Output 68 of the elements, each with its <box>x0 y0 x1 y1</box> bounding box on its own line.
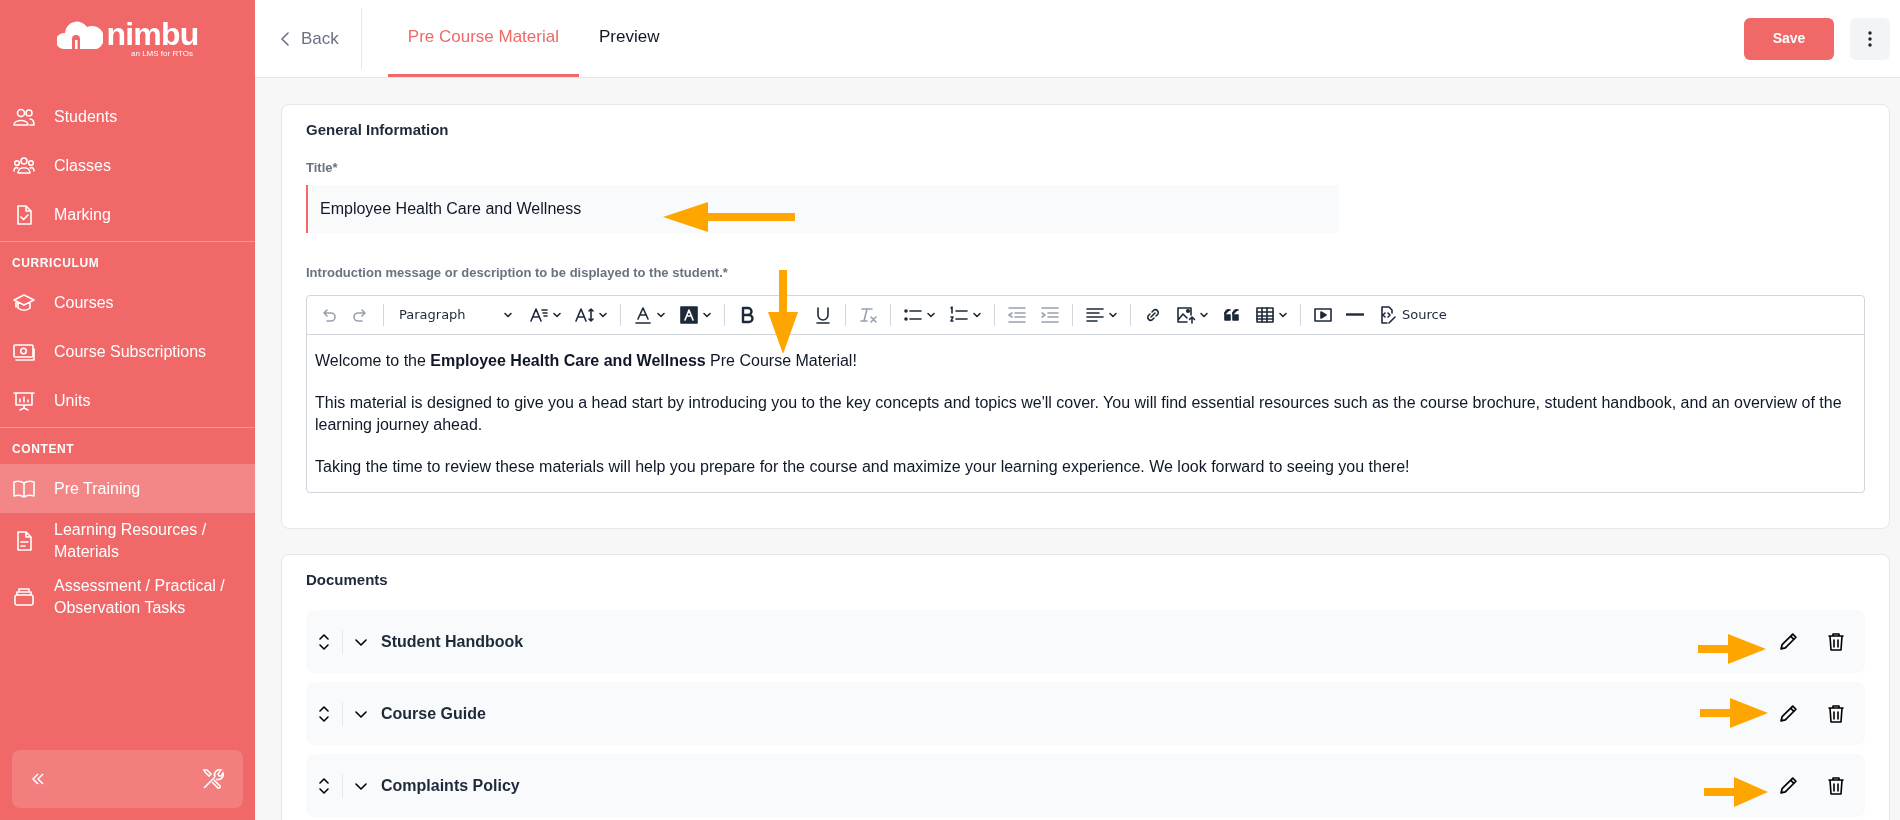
annotation-arrow <box>1700 698 1768 728</box>
nav-item[interactable]: Students <box>0 92 255 141</box>
outdent-icon <box>1007 304 1027 325</box>
indent-icon <box>1040 304 1060 325</box>
field-label: Title* <box>306 158 339 177</box>
numbered-list-icon <box>949 304 969 325</box>
annotation-arrow <box>1698 634 1766 664</box>
field-label: Introduction message or description to be displayed to the student.* <box>306 264 729 282</box>
trash-icon <box>1827 631 1845 652</box>
more-icon <box>1868 30 1872 47</box>
horizontal-line-icon <box>1346 313 1364 316</box>
paragraph: Welcome to the Employee Health Care and Wellness Pre Course Material! <box>315 350 858 371</box>
nav-label: Students <box>54 106 118 127</box>
document-name: Complaints Policy <box>381 775 520 796</box>
nav-label: Units <box>54 390 91 411</box>
nav-section-heading: CURRICULUM <box>11 255 101 272</box>
title-field[interactable]: Employee Health Care and Wellness <box>306 185 1339 233</box>
trash-icon <box>1827 703 1845 724</box>
paragraph-dropdown[interactable]: Paragraph <box>391 299 521 330</box>
underline-icon <box>813 304 833 325</box>
pencil-icon <box>1780 705 1797 722</box>
nav-item[interactable]: Units <box>0 376 255 425</box>
cloud-logo-icon <box>56 19 103 49</box>
stack-icon <box>12 585 36 609</box>
highlight-icon <box>679 304 699 325</box>
back-button[interactable]: Back <box>279 0 361 77</box>
document-name: Student Handbook <box>381 631 524 652</box>
document-name: Course Guide <box>381 703 486 724</box>
section-heading: General Information <box>306 120 450 140</box>
drag-handle-icon <box>316 704 332 723</box>
nav-item[interactable]: Courses <box>0 278 255 327</box>
nav-section-heading: CONTENT <box>11 441 76 458</box>
nav-item[interactable]: Learning Resources / Materials <box>0 513 255 569</box>
logo-tagline: an LMS for RTOs <box>131 48 193 60</box>
chevron-left-icon <box>279 30 291 47</box>
save-button[interactable]: Save <box>1744 17 1834 60</box>
drag-handle-icon <box>316 776 332 795</box>
annotation-arrow <box>1704 777 1768 807</box>
table-icon <box>1255 304 1275 325</box>
source-button[interactable]: Source <box>1372 299 1452 330</box>
collapse-icon[interactable] <box>30 771 46 787</box>
nav-label: Marking <box>54 204 111 225</box>
tab[interactable]: Preview <box>578 0 680 77</box>
nav-item[interactable]: Course Subscriptions <box>0 327 255 376</box>
nav-item[interactable]: Classes <box>0 141 255 190</box>
rich-text-editor[interactable] <box>306 294 1865 493</box>
drag-handle-icon <box>316 632 332 651</box>
more-button[interactable] <box>1850 17 1890 60</box>
paragraph: Taking the time to review these materials will help you prepare for the course and maximize your learning experience. We look forward to seeing you there! <box>315 456 1411 477</box>
nav-item[interactable]: Marking <box>0 190 255 239</box>
font-color-icon <box>633 304 653 325</box>
nav-label: Assessment / Practical / Observation Tasks <box>54 576 226 618</box>
pencil-icon <box>1780 633 1797 650</box>
nav-item[interactable]: Assessment / Practical / Observation Tasks <box>0 569 255 625</box>
image-upload-icon <box>1176 304 1196 325</box>
nav-label: Courses <box>54 292 114 313</box>
logo-text: nimbu <box>106 18 199 50</box>
nav-item[interactable]: Pre Training <box>0 464 255 513</box>
paragraph: This material is designed to give you a head start by introducing you to the key concepts and topics we'll cover. You will find essential resources such as the course brochure, student handbook, and an overview of the learning journey ahead. <box>315 392 1843 435</box>
nav-label: Course Subscriptions <box>54 341 207 362</box>
tab[interactable]: Pre Course Material <box>387 0 579 77</box>
trash-icon <box>1827 775 1845 796</box>
nav-label: Pre Training <box>54 478 141 499</box>
tools-icon[interactable] <box>201 767 225 791</box>
pencil-icon <box>1780 777 1797 794</box>
section-heading: Documents <box>306 569 389 590</box>
nav-label: Learning Resources / Materials <box>54 520 208 562</box>
nav-label: Classes <box>54 155 111 176</box>
